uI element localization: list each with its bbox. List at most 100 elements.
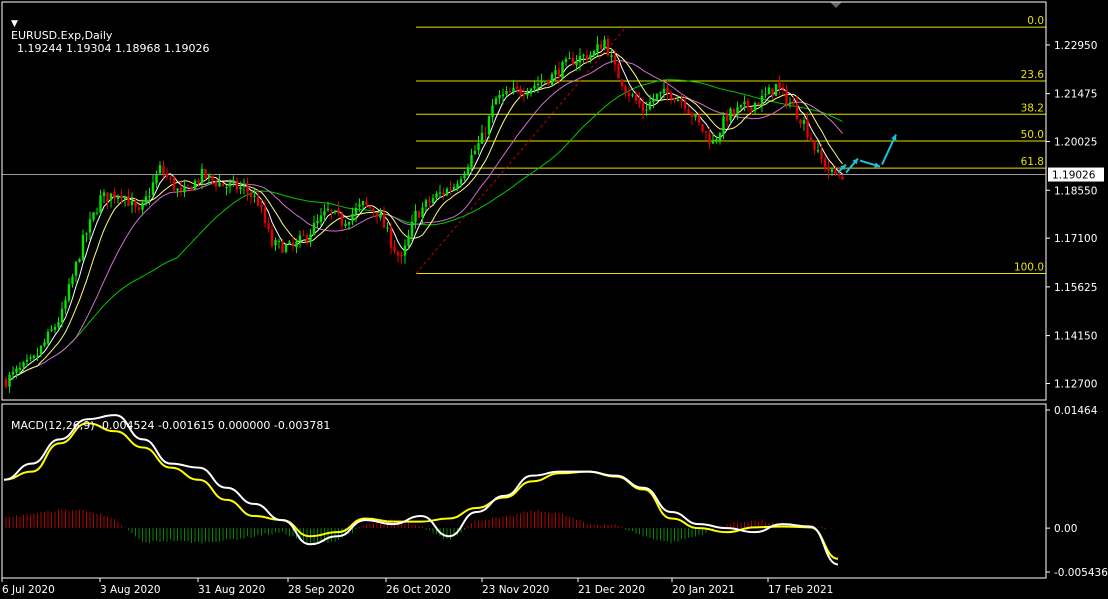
candle-body bbox=[71, 276, 74, 285]
candle-body bbox=[333, 210, 337, 213]
fib-level-label: 50.0 bbox=[1021, 129, 1044, 141]
candle-body bbox=[806, 119, 809, 137]
candle-body bbox=[561, 62, 564, 79]
candle-body bbox=[85, 233, 88, 235]
candle-body bbox=[704, 131, 708, 133]
candle-body bbox=[813, 140, 816, 151]
candle-body bbox=[309, 234, 312, 242]
candle-body bbox=[123, 196, 127, 200]
candle-body bbox=[190, 186, 193, 191]
candle-body bbox=[592, 51, 596, 56]
candle-body bbox=[428, 200, 431, 203]
macd-tick-label: -0.005436 bbox=[1054, 567, 1108, 579]
candle-body bbox=[424, 200, 428, 207]
candle-body bbox=[39, 345, 43, 355]
candle-body bbox=[578, 55, 582, 63]
candle-body bbox=[242, 185, 246, 187]
candle-body bbox=[57, 322, 60, 327]
candle-body bbox=[130, 200, 134, 206]
candle-body bbox=[659, 91, 662, 94]
candle-body bbox=[288, 241, 291, 244]
price-tick-label: 1.20025 bbox=[1054, 137, 1097, 149]
ohlc-label: 1.19244 1.19304 1.18968 1.19026 bbox=[17, 42, 210, 55]
candle-body bbox=[67, 284, 71, 301]
candle-body bbox=[757, 102, 760, 106]
candle-body bbox=[214, 181, 218, 187]
candle-body bbox=[102, 192, 106, 197]
candle-body bbox=[540, 81, 543, 83]
time-tick-label: 3 Aug 2020 bbox=[100, 584, 161, 596]
candle-body bbox=[771, 88, 774, 96]
candle-body bbox=[463, 173, 466, 179]
candle-body bbox=[606, 39, 610, 56]
candle-body bbox=[613, 54, 617, 65]
candle-body bbox=[729, 108, 732, 121]
candle-body bbox=[669, 92, 673, 99]
candle-body bbox=[270, 229, 274, 247]
candle-body bbox=[29, 357, 32, 359]
candle-body bbox=[466, 167, 470, 175]
candle-body bbox=[554, 70, 557, 75]
candle-body bbox=[88, 219, 92, 233]
candle-body bbox=[81, 234, 85, 260]
candle-body bbox=[764, 93, 767, 96]
candle-body bbox=[480, 132, 484, 144]
candle-body bbox=[550, 74, 554, 85]
candle-body bbox=[536, 83, 540, 86]
candle-body bbox=[725, 115, 729, 121]
trading-chart[interactable]: 0.0 23.6 38.2 50.0 61.8 100.0 1.22950 1.21475 1… bbox=[0, 0, 1108, 599]
candle-body bbox=[99, 195, 102, 213]
candle-body bbox=[732, 109, 736, 114]
candle-body bbox=[596, 44, 599, 52]
candle-body bbox=[36, 355, 39, 357]
candle-body bbox=[421, 207, 424, 217]
candle-body bbox=[827, 167, 830, 171]
candle-body bbox=[116, 196, 120, 199]
candle-body bbox=[32, 355, 36, 358]
candle-body bbox=[575, 61, 578, 66]
candle-body bbox=[113, 192, 116, 199]
candle-body bbox=[326, 208, 330, 211]
candle-body bbox=[295, 241, 298, 248]
time-tick-label: 28 Sep 2020 bbox=[288, 584, 355, 596]
candle-body bbox=[358, 204, 361, 207]
candle-body bbox=[585, 55, 589, 60]
candle-body bbox=[799, 119, 802, 125]
macd-tick-label: 0.00 bbox=[1054, 523, 1077, 535]
candle-body bbox=[312, 223, 316, 235]
candle-body bbox=[337, 209, 340, 214]
time-tick-label: 6 Jul 2020 bbox=[2, 584, 55, 596]
candle-body bbox=[109, 193, 113, 201]
candle-body bbox=[197, 180, 200, 183]
candle-body bbox=[589, 54, 592, 59]
candle-body bbox=[648, 101, 652, 110]
candle-body bbox=[557, 69, 561, 78]
candle-body bbox=[505, 90, 508, 94]
candle-body bbox=[459, 179, 463, 184]
fib-level-label: 23.6 bbox=[1021, 69, 1045, 81]
candle-body bbox=[449, 188, 452, 190]
candle-body bbox=[690, 112, 694, 118]
candle-body bbox=[256, 196, 260, 206]
candle-body bbox=[571, 57, 575, 65]
candle-body bbox=[522, 93, 526, 95]
candle-body bbox=[253, 195, 256, 197]
candle-body bbox=[221, 183, 225, 187]
candle-body bbox=[634, 94, 638, 101]
candle-body bbox=[431, 198, 435, 203]
candle-body bbox=[655, 93, 659, 100]
candle-body bbox=[379, 214, 382, 218]
candle-body bbox=[372, 208, 375, 213]
candle-body bbox=[484, 133, 487, 135]
candle-body bbox=[568, 58, 571, 60]
candle-body bbox=[823, 158, 827, 169]
price-tick-label: 1.22950 bbox=[1054, 40, 1097, 52]
time-tick-label: 21 Dec 2020 bbox=[578, 584, 645, 596]
collapse-triangle-icon[interactable]: ▼ bbox=[11, 19, 18, 29]
candle-body bbox=[414, 210, 417, 222]
candle-body bbox=[547, 79, 550, 85]
candle-body bbox=[785, 88, 788, 105]
candle-body bbox=[526, 93, 529, 96]
price-tick-label: 1.17100 bbox=[1054, 233, 1097, 245]
candle-body bbox=[473, 150, 477, 155]
